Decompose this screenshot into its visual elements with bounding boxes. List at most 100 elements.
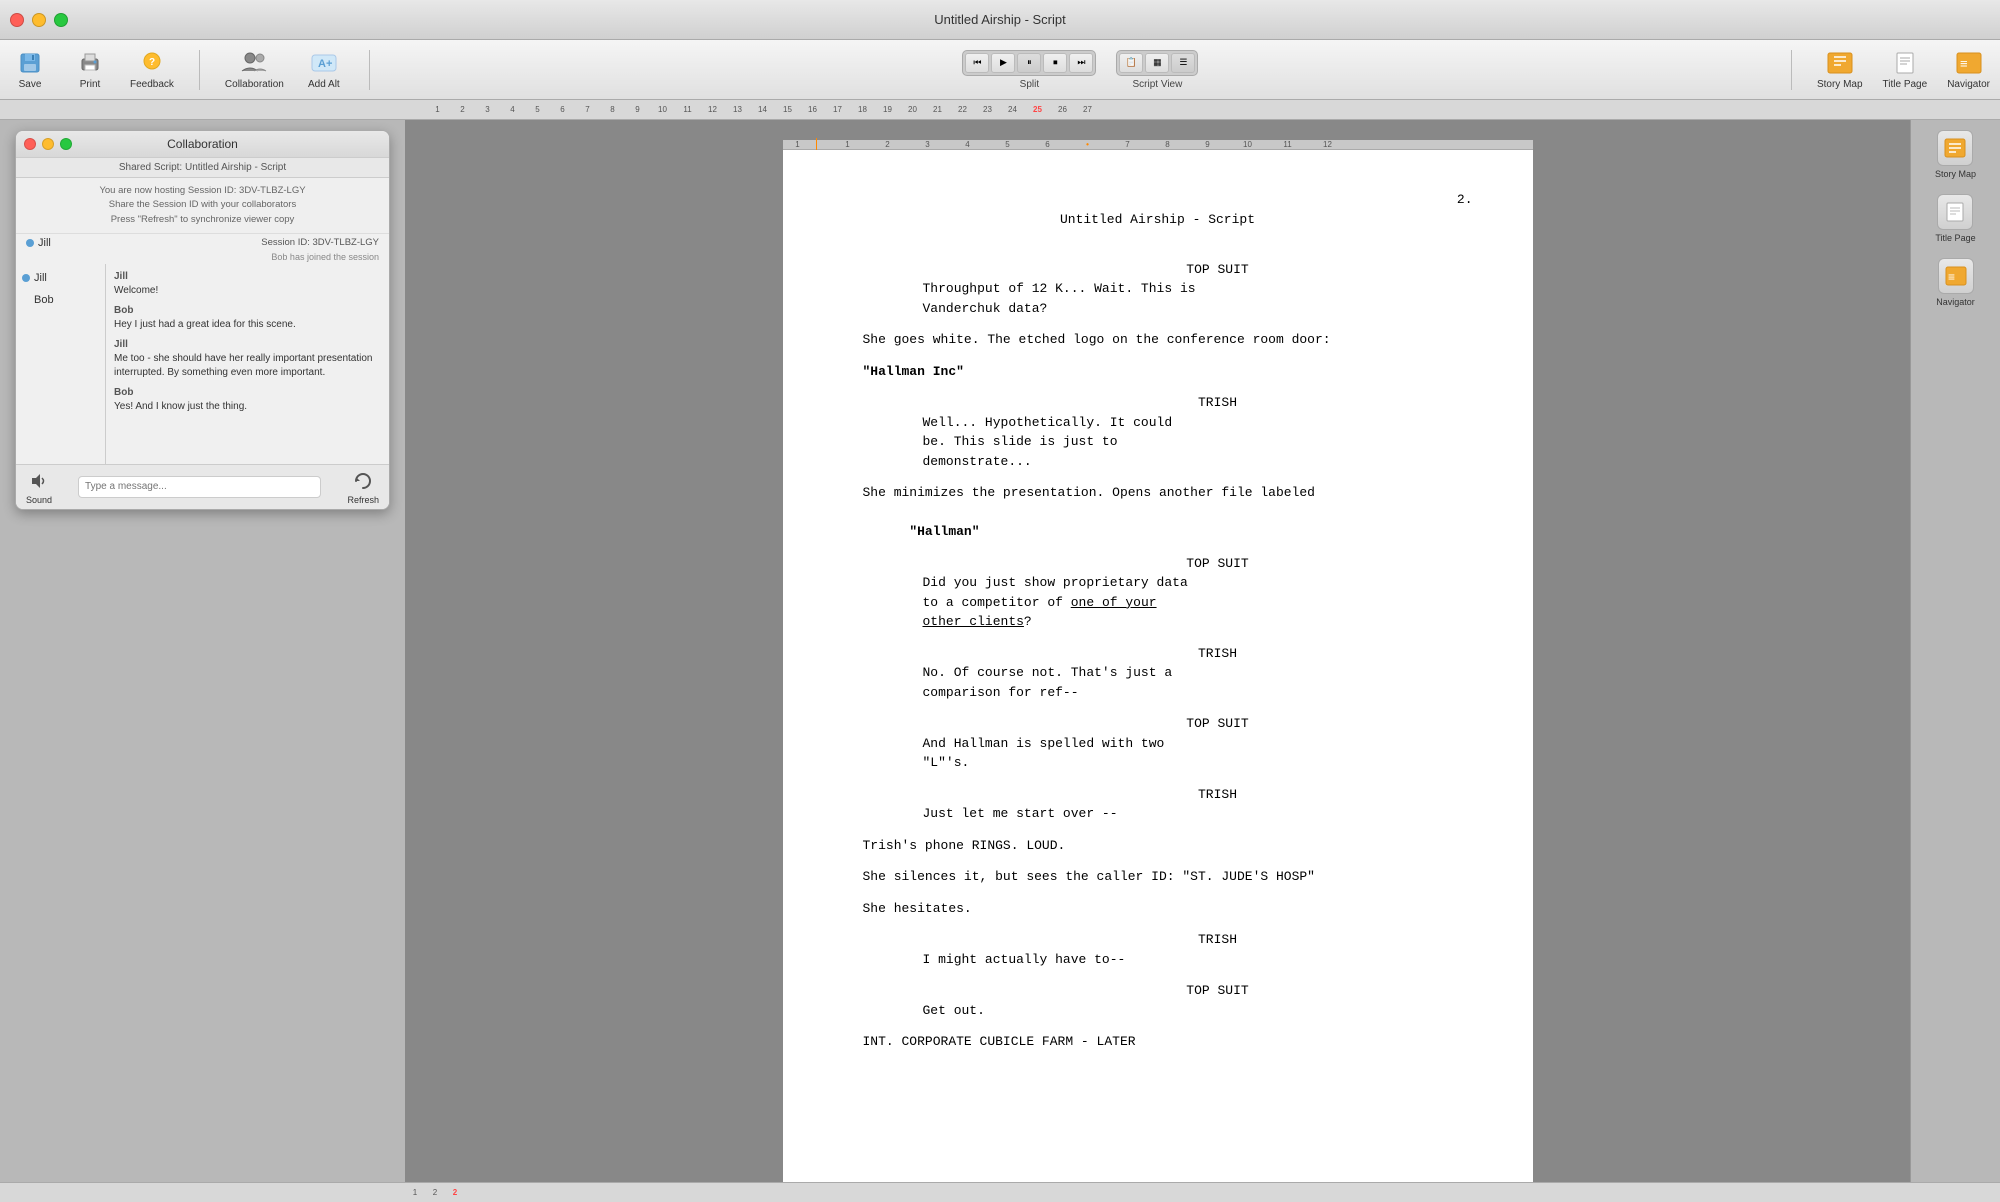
navigator-sidebar-icon: ≡	[1938, 258, 1974, 294]
scene-heading-1: INT. CORPORATE CUBICLE FARM - LATER	[863, 1032, 1453, 1052]
svg-text:≡: ≡	[1960, 56, 1968, 71]
story-map-sidebar-button[interactable]: Story Map	[1935, 130, 1976, 179]
save-icon	[16, 49, 44, 77]
add-alt-label: Add Alt	[308, 79, 340, 90]
dialogue-trish-4: I might actually have to--	[863, 950, 1453, 970]
refresh-button[interactable]: Refresh	[347, 469, 379, 505]
toolbar-separator-3	[1791, 50, 1792, 90]
action-5: She hesitates.	[863, 899, 1453, 919]
action-2: She minimizes the presentation. Opens an…	[863, 483, 1453, 542]
collaboration-button[interactable]: Collaboration	[225, 49, 284, 90]
toolbar-separator-2	[369, 50, 370, 90]
chat-message-3: Bob Yes! And I know just the thing.	[114, 386, 381, 414]
user-name-jill: Jill	[34, 272, 47, 284]
toolbar-separator-1	[199, 50, 200, 90]
title-bar: Untitled Airship - Script	[0, 0, 2000, 40]
session-id-display: Session ID: 3DV-TLBZ-LGY	[261, 237, 379, 249]
print-icon	[76, 49, 104, 77]
title-page-label: Title Page	[1883, 79, 1928, 90]
collaboration-panel: Collaboration Shared Script: Untitled Ai…	[15, 130, 390, 510]
user-name-bob: Bob	[22, 294, 54, 306]
save-button[interactable]: Save	[10, 49, 50, 90]
dialogue-trish-2: No. Of course not. That's just a compari…	[863, 663, 1453, 702]
fast-forward-button[interactable]: ⏭	[1069, 53, 1093, 73]
chat-input-area	[78, 476, 321, 498]
refresh-icon	[351, 469, 375, 493]
bob-joined-notice: Bob has joined the session	[16, 252, 389, 264]
split-label: Split	[1020, 79, 1039, 90]
dialogue-top-suit-3: And Hallman is spelled with two "L"'s.	[863, 734, 1453, 773]
view-btn-2[interactable]: ▦	[1145, 53, 1169, 73]
navigator-sidebar-button[interactable]: ≡ Navigator	[1936, 258, 1975, 307]
play-button[interactable]: ▶	[991, 53, 1015, 73]
svg-text:?: ?	[149, 57, 155, 68]
svg-text:A+: A+	[318, 58, 332, 70]
feedback-label: Feedback	[130, 79, 174, 90]
dialogue-top-suit-4: Get out.	[863, 1001, 1453, 1021]
user-dot-jill	[22, 274, 30, 282]
stop-button[interactable]: ⏹	[1043, 53, 1067, 73]
character-top-suit-4: TOP SUIT	[863, 981, 1453, 1001]
dialogue-trish-3: Just let me start over --	[863, 804, 1453, 824]
document-area[interactable]: 1 1 2 3 4 5 6 • 7 8 9 10 11 12 2.	[405, 120, 1910, 1182]
title-page-button[interactable]: Title Page	[1883, 49, 1928, 90]
character-trish-3: TRISH	[863, 785, 1453, 805]
feedback-button[interactable]: ? Feedback	[130, 49, 174, 90]
action-3: Trish's phone RINGS. LOUD.	[863, 836, 1453, 856]
dialogue-top-suit-2: Did you just show proprietary data to a …	[863, 573, 1453, 632]
sound-icon	[27, 469, 51, 493]
navigator-icon: ≡	[1955, 49, 1983, 77]
character-top-suit-3: TOP SUIT	[863, 714, 1453, 734]
sound-button[interactable]: Sound	[26, 469, 52, 505]
character-trish-2: TRISH	[863, 644, 1453, 664]
feedback-icon: ?	[138, 49, 166, 77]
dialogue-top-suit-1: Throughput of 12 K... Wait. This is Vand…	[863, 279, 1453, 318]
collab-user-bob[interactable]: Bob	[22, 294, 99, 306]
navigator-sidebar-label: Navigator	[1936, 297, 1975, 307]
right-sidebar: Story Map Title Page ≡ Navigator	[1910, 120, 2000, 1182]
title-page-sidebar-button[interactable]: Title Page	[1935, 194, 1975, 243]
character-top-suit-1: TOP SUIT	[863, 260, 1453, 280]
collab-close-button[interactable]	[24, 138, 36, 150]
character-trish-1: TRISH	[863, 393, 1453, 413]
navigator-button[interactable]: ≡ Navigator	[1947, 49, 1990, 90]
bottom-ruler: 1 2 2	[0, 1182, 2000, 1202]
collab-users-list: Jill Bob	[16, 264, 106, 464]
collab-footer: Sound Refresh	[16, 464, 389, 509]
chat-message-2: Jill Me too - she should have her really…	[114, 338, 381, 380]
collab-chat: Jill Welcome! Bob Hey I just had a great…	[106, 264, 389, 464]
action-1: She goes white. The etched logo on the c…	[863, 330, 1453, 350]
save-label: Save	[19, 79, 42, 90]
view-btn-3[interactable]: ☰	[1171, 53, 1195, 73]
refresh-label: Refresh	[347, 495, 379, 505]
collaboration-label: Collaboration	[225, 79, 284, 90]
pause-button[interactable]: ⏸	[1017, 53, 1041, 73]
add-alt-icon: A+	[310, 49, 338, 77]
action-bold-1: "Hallman Inc"	[863, 362, 1453, 382]
session-info-line3: Press "Refresh" to synchronize viewer co…	[26, 213, 379, 227]
view-btn-1[interactable]: 📋	[1119, 53, 1143, 73]
rewind-button[interactable]: ⏮	[965, 53, 989, 73]
close-button[interactable]	[10, 13, 24, 27]
collab-minimize-button[interactable]	[42, 138, 54, 150]
add-alt-button[interactable]: A+ Add Alt	[304, 49, 344, 90]
maximize-button[interactable]	[54, 13, 68, 27]
print-button[interactable]: Print	[70, 49, 110, 90]
collab-maximize-button[interactable]	[60, 138, 72, 150]
character-top-suit-2: TOP SUIT	[863, 554, 1453, 574]
collab-user-jill[interactable]: Jill	[22, 272, 99, 284]
ruler: 1 2 3 4 5 6 7 8 9 10 11 12 13 14 15 16 1…	[0, 100, 2000, 120]
window-title: Untitled Airship - Script	[934, 12, 1066, 27]
page-number: 2.	[1457, 190, 1473, 210]
dialogue-trish-1: Well... Hypothetically. It could be. Thi…	[863, 413, 1453, 472]
title-page-icon	[1891, 49, 1919, 77]
collaboration-icon	[240, 49, 268, 77]
story-map-sidebar-label: Story Map	[1935, 169, 1976, 179]
chat-input[interactable]	[78, 476, 321, 498]
character-trish-4: TRISH	[863, 930, 1453, 950]
story-map-button[interactable]: Story Map	[1817, 49, 1863, 90]
minimize-button[interactable]	[32, 13, 46, 27]
collab-content: Jill Bob Jill Welcome!	[16, 264, 389, 464]
script-page[interactable]: 2. Untitled Airship - Script TOP SUIT Th…	[783, 150, 1533, 1182]
navigator-label: Navigator	[1947, 79, 1990, 90]
